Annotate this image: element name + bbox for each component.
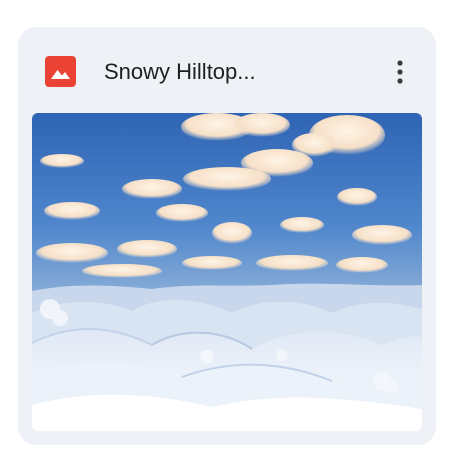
file-card[interactable]: Snowy Hilltop... — [18, 27, 436, 445]
more-options-button[interactable] — [383, 51, 417, 91]
image-thumbnail[interactable] — [32, 113, 422, 431]
image-icon — [45, 56, 76, 87]
file-name: Snowy Hilltop... — [104, 59, 256, 84]
file-card-header: Snowy Hilltop... — [18, 27, 436, 113]
more-vertical-icon — [397, 60, 403, 84]
snow-dunes — [32, 283, 422, 431]
